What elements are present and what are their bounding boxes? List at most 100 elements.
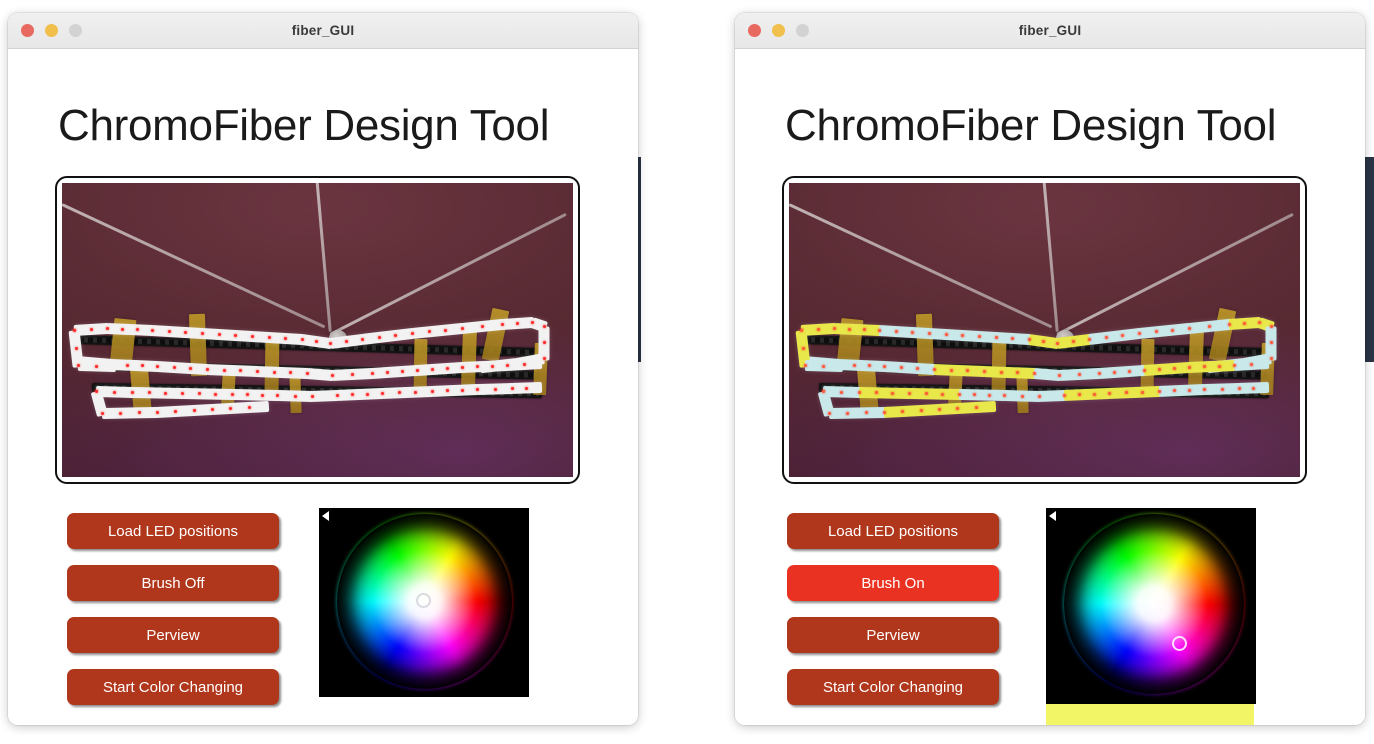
led-preview-image-right[interactable] [789, 183, 1300, 477]
led-position-marker[interactable] [311, 395, 314, 398]
led-position-marker[interactable] [1003, 394, 1006, 397]
led-position-marker[interactable] [994, 336, 998, 339]
brush-toggle-button[interactable]: Brush On [787, 565, 999, 601]
led-position-marker[interactable] [828, 412, 831, 415]
led-position-marker[interactable] [1072, 340, 1075, 343]
led-position-marker[interactable] [531, 321, 534, 324]
led-position-marker[interactable] [1078, 373, 1081, 376]
led-preview-frame-right[interactable] [782, 176, 1307, 484]
led-strip-segment[interactable] [838, 359, 887, 373]
led-position-marker[interactable] [156, 411, 159, 414]
led-position-marker[interactable] [858, 391, 861, 394]
led-position-marker[interactable] [816, 328, 820, 331]
led-position-marker[interactable] [1158, 368, 1161, 371]
led-position-marker[interactable] [822, 364, 825, 368]
led-position-marker[interactable] [431, 368, 434, 371]
led-position-marker[interactable] [481, 325, 484, 328]
led-position-marker[interactable] [329, 342, 332, 345]
led-position-marker[interactable] [1158, 390, 1161, 393]
led-position-marker[interactable] [501, 323, 504, 326]
led-strip-segment[interactable] [1108, 385, 1162, 399]
led-position-marker[interactable] [461, 388, 464, 392]
led-strip-segment[interactable] [111, 359, 160, 373]
led-position-marker[interactable] [1173, 367, 1176, 370]
wheel-collapse-arrow-icon[interactable] [322, 511, 329, 521]
led-preview-image-left[interactable] [62, 183, 573, 477]
led-position-marker[interactable] [416, 369, 419, 372]
led-position-marker[interactable] [1038, 395, 1041, 398]
led-position-marker[interactable] [1228, 323, 1231, 326]
led-position-marker[interactable] [1208, 325, 1211, 328]
led-position-marker[interactable] [331, 374, 334, 377]
led-strip-segment[interactable] [206, 364, 260, 378]
led-position-marker[interactable] [156, 365, 159, 368]
led-position-marker[interactable] [73, 329, 76, 332]
led-position-marker[interactable] [315, 340, 318, 343]
led-position-marker[interactable] [804, 364, 807, 367]
led-position-marker[interactable] [1238, 387, 1241, 390]
led-position-marker[interactable] [377, 336, 381, 339]
led-position-marker[interactable] [211, 408, 214, 411]
traffic-lights-right[interactable] [748, 13, 809, 48]
led-position-marker[interactable] [974, 406, 978, 409]
start-color-changing-button[interactable]: Start Color Changing [67, 669, 279, 705]
led-position-marker[interactable] [999, 370, 1003, 374]
preview-button[interactable]: Perview [787, 617, 999, 653]
color-picker-right[interactable] [1046, 508, 1256, 725]
led-position-marker[interactable] [75, 346, 78, 350]
led-position-marker[interactable] [1233, 364, 1236, 367]
led-strip-segment[interactable] [833, 323, 882, 337]
led-position-marker[interactable] [802, 346, 805, 350]
led-position-marker[interactable] [878, 329, 881, 332]
led-position-marker[interactable] [77, 364, 80, 367]
led-position-marker[interactable] [366, 392, 369, 396]
led-position-marker[interactable] [522, 363, 526, 366]
led-position-marker[interactable] [506, 364, 509, 367]
color-cursor-ring-right[interactable] [1172, 636, 1187, 651]
led-position-marker[interactable] [201, 332, 204, 335]
led-position-marker[interactable] [491, 364, 494, 368]
led-position-marker[interactable] [306, 372, 309, 375]
led-strip-segment[interactable] [181, 388, 235, 401]
led-position-marker[interactable] [446, 367, 449, 370]
led-position-marker[interactable] [1270, 341, 1273, 344]
led-position-marker[interactable] [822, 390, 825, 393]
led-position-marker[interactable] [1270, 357, 1273, 360]
led-position-marker[interactable] [293, 394, 297, 398]
led-position-marker[interactable] [1042, 340, 1045, 343]
led-position-marker[interactable] [411, 332, 414, 335]
led-strip-segment[interactable] [381, 385, 435, 399]
preview-button[interactable]: Perview [67, 617, 279, 653]
led-position-marker[interactable] [1188, 366, 1191, 369]
led-position-marker[interactable] [95, 390, 98, 393]
led-position-marker[interactable] [261, 393, 264, 397]
led-position-marker[interactable] [1270, 325, 1273, 328]
led-position-marker[interactable] [1033, 372, 1036, 375]
led-position-marker[interactable] [944, 333, 948, 336]
led-position-marker[interactable] [883, 411, 886, 414]
led-strip-segment[interactable] [983, 366, 1037, 380]
led-position-marker[interactable] [516, 322, 519, 325]
led-position-marker[interactable] [511, 387, 514, 390]
led-position-marker[interactable] [908, 392, 911, 395]
led-strip-segment[interactable] [431, 383, 480, 397]
zoom-light-icon[interactable] [796, 24, 809, 37]
led-position-marker[interactable] [272, 370, 276, 374]
led-position-marker[interactable] [1218, 364, 1221, 368]
led-position-marker[interactable] [978, 335, 981, 338]
led-position-marker[interactable] [543, 341, 546, 344]
led-position-marker[interactable] [1220, 387, 1224, 391]
led-strip-segment[interactable] [461, 359, 510, 373]
led-strip-segment[interactable] [1188, 359, 1237, 373]
led-position-marker[interactable] [1249, 363, 1253, 366]
led-position-marker[interactable] [1063, 394, 1066, 397]
led-position-marker[interactable] [192, 409, 196, 412]
titlebar-left[interactable]: fiber_GUI [8, 13, 638, 49]
led-position-marker[interactable] [95, 364, 98, 368]
color-cursor-ring-left[interactable] [416, 593, 431, 608]
led-position-marker[interactable] [800, 329, 803, 332]
led-position-marker[interactable] [1143, 369, 1146, 372]
led-position-marker[interactable] [933, 368, 936, 371]
led-position-marker[interactable] [833, 327, 836, 330]
led-position-marker[interactable] [1108, 392, 1111, 395]
